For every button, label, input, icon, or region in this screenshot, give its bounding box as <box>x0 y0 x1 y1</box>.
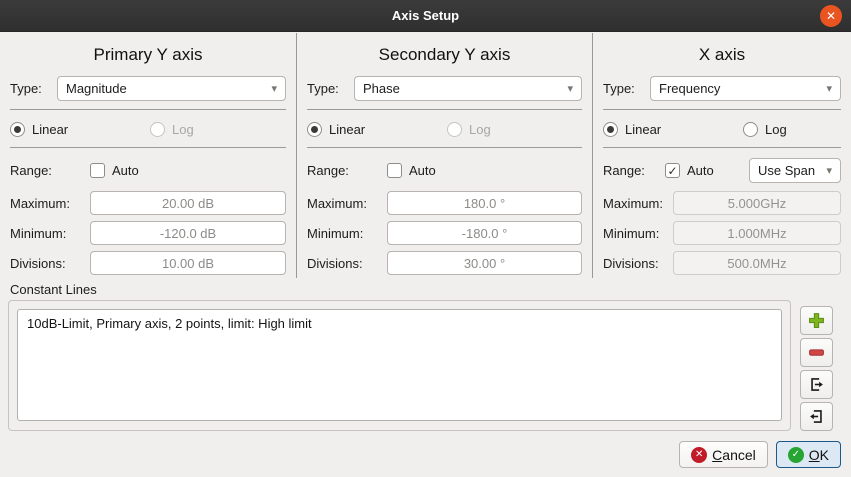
primary-range-label: Range: <box>10 163 90 178</box>
x-auto-checkbox[interactable]: ✓ <box>665 163 680 178</box>
x-span-select[interactable]: Use Span ▾ <box>749 158 841 183</box>
ok-label: OK <box>809 447 829 463</box>
check-icon: ✓ <box>667 165 677 177</box>
x-span-value: Use Span <box>758 163 826 178</box>
secondary-log-radio: Log <box>447 122 491 137</box>
x-axis-section: X axis Type: Frequency ▾ Linear Log Rang… <box>593 33 851 278</box>
constant-lines-actions <box>800 306 833 431</box>
axis-columns: Primary Y axis Type: Magnitude ▾ Linear … <box>0 33 851 278</box>
primary-linear-radio[interactable]: Linear <box>10 122 150 137</box>
titlebar: Axis Setup ✕ <box>0 0 851 32</box>
secondary-range-label: Range: <box>307 163 387 178</box>
export-icon <box>808 376 825 393</box>
x-log-label: Log <box>765 122 787 137</box>
divider <box>10 147 286 148</box>
primary-maximum-label: Maximum: <box>10 196 90 211</box>
divider <box>603 109 841 110</box>
secondary-linear-label: Linear <box>329 122 365 137</box>
primary-minimum-label: Minimum: <box>10 226 90 241</box>
secondary-minimum-field[interactable]: -180.0 ° <box>387 221 582 245</box>
primary-log-radio: Log <box>150 122 194 137</box>
x-minimum-field: 1.000MHz <box>673 221 841 245</box>
divider <box>10 109 286 110</box>
primary-y-axis-section: Primary Y axis Type: Magnitude ▾ Linear … <box>0 33 297 278</box>
x-divisions-field: 500.0MHz <box>673 251 841 275</box>
secondary-divisions-field[interactable]: 30.00 ° <box>387 251 582 275</box>
x-type-select[interactable]: Frequency ▾ <box>650 76 841 101</box>
ok-button[interactable]: ✓ OK <box>776 441 841 468</box>
chevron-down-icon: ▾ <box>567 82 573 95</box>
primary-auto-label: Auto <box>112 163 139 178</box>
primary-divisions-label: Divisions: <box>10 256 90 271</box>
dialog-buttons: ✕ Cancel ✓ OK <box>679 441 841 468</box>
cancel-label: Cancel <box>712 447 756 463</box>
x-divisions-label: Divisions: <box>603 256 673 271</box>
secondary-y-axis-title: Secondary Y axis <box>307 43 582 69</box>
secondary-minimum-label: Minimum: <box>307 226 387 241</box>
primary-divisions-field[interactable]: 10.00 dB <box>90 251 286 275</box>
chevron-down-icon: ▾ <box>826 82 832 95</box>
secondary-type-label: Type: <box>307 81 354 96</box>
add-line-button[interactable] <box>800 306 833 335</box>
x-auto-label: Auto <box>687 163 714 178</box>
secondary-maximum-field[interactable]: 180.0 ° <box>387 191 582 215</box>
secondary-maximum-label: Maximum: <box>307 196 387 211</box>
primary-auto-checkbox[interactable] <box>90 163 105 178</box>
secondary-log-label: Log <box>469 122 491 137</box>
x-linear-label: Linear <box>625 122 661 137</box>
cancel-icon: ✕ <box>691 447 707 463</box>
x-axis-title: X axis <box>603 43 841 69</box>
primary-linear-label: Linear <box>32 122 68 137</box>
radio-icon <box>10 122 25 137</box>
primary-type-label: Type: <box>10 81 57 96</box>
constant-lines-group: 10dB-Limit, Primary axis, 2 points, limi… <box>8 300 791 431</box>
radio-icon <box>447 122 462 137</box>
x-linear-radio[interactable]: Linear <box>603 122 743 137</box>
remove-line-button[interactable] <box>800 338 833 367</box>
secondary-y-axis-section: Secondary Y axis Type: Phase ▾ Linear Lo… <box>297 33 593 278</box>
minus-icon <box>808 344 825 361</box>
primary-minimum-field[interactable]: -120.0 dB <box>90 221 286 245</box>
secondary-type-select[interactable]: Phase ▾ <box>354 76 582 101</box>
secondary-linear-radio[interactable]: Linear <box>307 122 447 137</box>
primary-y-axis-title: Primary Y axis <box>10 43 286 69</box>
chevron-down-icon: ▾ <box>826 164 832 177</box>
divider <box>307 147 582 148</box>
x-maximum-field: 5.000GHz <box>673 191 841 215</box>
primary-type-value: Magnitude <box>66 81 271 96</box>
cancel-button[interactable]: ✕ Cancel <box>679 441 768 468</box>
x-maximum-label: Maximum: <box>603 196 673 211</box>
divider <box>307 109 582 110</box>
import-icon <box>808 408 825 425</box>
constant-lines-list[interactable]: 10dB-Limit, Primary axis, 2 points, limi… <box>17 309 782 421</box>
primary-log-label: Log <box>172 122 194 137</box>
secondary-auto-label: Auto <box>409 163 436 178</box>
chevron-down-icon: ▾ <box>271 82 277 95</box>
x-range-label: Range: <box>603 163 665 178</box>
x-type-label: Type: <box>603 81 650 96</box>
radio-icon <box>150 122 165 137</box>
x-log-radio[interactable]: Log <box>743 122 787 137</box>
radio-icon <box>307 122 322 137</box>
import-line-button[interactable] <box>800 402 833 431</box>
list-item[interactable]: 10dB-Limit, Primary axis, 2 points, limi… <box>18 310 781 337</box>
radio-icon <box>603 122 618 137</box>
ok-icon: ✓ <box>788 447 804 463</box>
x-minimum-label: Minimum: <box>603 226 673 241</box>
secondary-type-value: Phase <box>363 81 567 96</box>
close-icon[interactable]: ✕ <box>820 5 842 27</box>
secondary-auto-checkbox[interactable] <box>387 163 402 178</box>
primary-type-select[interactable]: Magnitude ▾ <box>57 76 286 101</box>
window-title: Axis Setup <box>392 8 459 23</box>
primary-maximum-field[interactable]: 20.00 dB <box>90 191 286 215</box>
divider <box>603 147 841 148</box>
secondary-divisions-label: Divisions: <box>307 256 387 271</box>
x-type-value: Frequency <box>659 81 826 96</box>
constant-lines-label: Constant Lines <box>10 282 97 297</box>
radio-icon <box>743 122 758 137</box>
plus-icon <box>808 312 825 329</box>
export-line-button[interactable] <box>800 370 833 399</box>
